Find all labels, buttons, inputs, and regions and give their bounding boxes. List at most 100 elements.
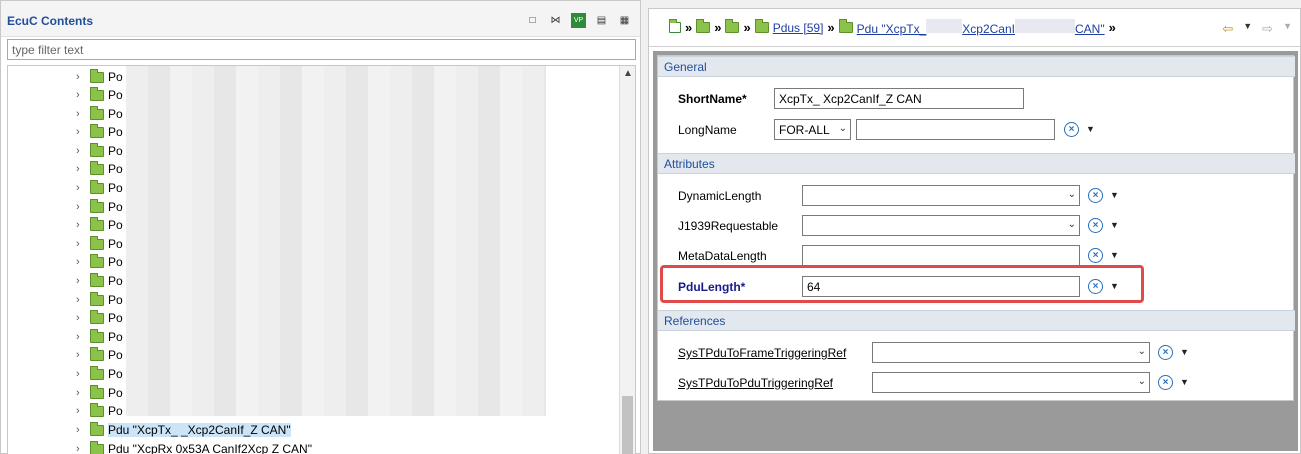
back-dropdown-icon[interactable]: ▼ [1243,21,1252,37]
chevron-right-icon[interactable]: › [76,256,86,268]
folder-icon [90,384,104,399]
folder-icon [90,235,104,250]
tree-item[interactable]: › Po [76,309,123,327]
clear-icon[interactable]: × [1088,188,1103,203]
grid-icon[interactable]: ▦ [617,13,632,28]
tree-item-selected[interactable]: › Pdu "XcpTx_ _Xcp2CanIf_Z CAN" [76,421,291,439]
breadcrumb-pdu[interactable]: Pdu "XcpTx_ Xcp2CanI CAN" [857,19,1105,36]
j1939-select[interactable]: ⌄ [802,215,1080,236]
longname-lang-select[interactable]: FOR-ALL ⌄ [774,119,851,140]
clear-icon[interactable]: × [1158,375,1173,390]
tree-item[interactable]: › Po [76,142,123,160]
folder-icon[interactable] [725,19,740,33]
tree-item[interactable]: › Po [76,68,123,86]
filter-input[interactable]: type filter text [7,39,636,60]
dropdown-icon[interactable]: ▼ [1086,124,1095,134]
forward-arrow-icon[interactable]: ⇨ [1262,21,1273,37]
metadata-length-input[interactable] [802,245,1080,266]
chevron-right-icon[interactable]: › [76,126,86,138]
back-arrow-icon[interactable]: ⇦ [1222,21,1233,37]
folder-icon [90,86,104,101]
tree-item[interactable]: › Po [76,346,123,364]
folder-icon [90,198,104,213]
pdu-triggering-ref-select[interactable]: ⌄ [872,372,1150,393]
tree-item[interactable]: › Po [76,328,123,346]
chevron-right-icon[interactable]: › [76,424,86,436]
link-editor-icon[interactable]: ⋈ [548,13,563,28]
tree-item[interactable]: › Pdu "XcpRx 0x53A CanIf2Xcp Z CAN" [76,440,312,454]
chevron-right-icon[interactable]: › [76,368,86,380]
tree-item[interactable]: › Po [76,291,123,309]
section-attributes[interactable]: Attributes [658,153,1295,174]
breadcrumb-pdus[interactable]: Pdus [59] [773,21,824,35]
folder-icon[interactable] [696,19,711,33]
folder-icon [90,402,104,417]
tree-item[interactable]: › Po [76,160,123,178]
tree-item[interactable]: › Po [76,235,123,253]
dropdown-icon[interactable]: ▼ [1180,347,1189,357]
chevron-right-icon[interactable]: › [76,312,86,324]
tree-item[interactable]: › Po [76,365,123,383]
document-icon[interactable]: ▤ [594,13,609,28]
tree-item[interactable]: › Po [76,105,123,123]
chevron-right-icon[interactable]: › [76,349,86,361]
tree-item[interactable]: › Po [76,384,123,402]
chevron-right-icon[interactable]: › [76,201,86,213]
tree-item[interactable]: › Po [76,198,123,216]
forward-dropdown-icon[interactable]: ▼ [1283,21,1292,37]
chevron-right-icon[interactable]: › [76,275,86,287]
highlight-box [660,265,1144,303]
chevron-right-icon[interactable]: › [76,108,86,120]
breadcrumb-pdu-suffix: CAN" [1074,22,1105,36]
chevron-right-icon[interactable]: › [76,387,86,399]
chevron-right-icon[interactable]: › [76,443,86,454]
dropdown-icon[interactable]: ▼ [1110,250,1119,260]
tree-item[interactable]: › Po [76,402,123,420]
clear-icon[interactable]: × [1158,345,1173,360]
j1939-label: J1939Requestable [678,219,779,233]
clear-icon[interactable]: × [1088,218,1103,233]
longname-input[interactable] [856,119,1055,140]
metadata-length-label: MetaDataLength [678,249,767,263]
folder-icon [90,272,104,287]
collapse-all-icon[interactable]: □ [525,13,540,28]
chevron-right-icon[interactable]: › [76,331,86,343]
dropdown-icon[interactable]: ▼ [1180,377,1189,387]
tree-item[interactable]: › Po [76,123,123,141]
folder-icon[interactable] [838,19,853,33]
container-icon[interactable] [669,19,681,33]
clear-icon[interactable]: × [1064,122,1079,137]
dynamic-length-select[interactable]: ⌄ [802,185,1080,206]
chevron-right-icon[interactable]: › [76,163,86,175]
tree-item[interactable]: › Po [76,253,123,271]
tree-view[interactable]: › Po › Po › Po › Po › Po › Po › Po › Po › Po › Po … [7,65,636,454]
chevron-right-icon[interactable]: › [76,145,86,157]
scroll-thumb[interactable] [622,396,633,454]
chevron-right-icon[interactable]: › [76,71,86,83]
tree-item[interactable]: › Po [76,86,123,104]
frame-triggering-ref-select[interactable]: ⌄ [872,342,1150,363]
chevron-right-icon[interactable]: › [76,182,86,194]
vp-icon[interactable]: VP [571,13,586,28]
dropdown-icon[interactable]: ▼ [1110,220,1119,230]
pdu-triggering-ref-label[interactable]: SysTPduToPduTriggeringRef [678,376,833,390]
tree-item[interactable]: › Po [76,216,123,234]
shortname-input[interactable]: XcpTx_ Xcp2CanIf_Z CAN [774,88,1024,109]
chevron-double-icon: » [743,20,751,35]
folder-icon[interactable] [754,19,769,33]
folder-icon [90,105,104,120]
section-general[interactable]: General [658,56,1295,77]
tree-item[interactable]: › Po [76,179,123,197]
chevron-right-icon[interactable]: › [76,238,86,250]
vertical-scrollbar[interactable]: ▲ [619,66,635,454]
section-references[interactable]: References [658,310,1295,331]
tree-item[interactable]: › Po [76,272,123,290]
scroll-up-icon[interactable]: ▲ [623,68,633,79]
chevron-right-icon[interactable]: › [76,219,86,231]
chevron-right-icon[interactable]: › [76,405,86,417]
dropdown-icon[interactable]: ▼ [1110,190,1119,200]
clear-icon[interactable]: × [1088,248,1103,263]
frame-triggering-ref-label[interactable]: SysTPduToFrameTriggeringRef [678,346,846,360]
chevron-right-icon[interactable]: › [76,294,86,306]
chevron-right-icon[interactable]: › [76,89,86,101]
